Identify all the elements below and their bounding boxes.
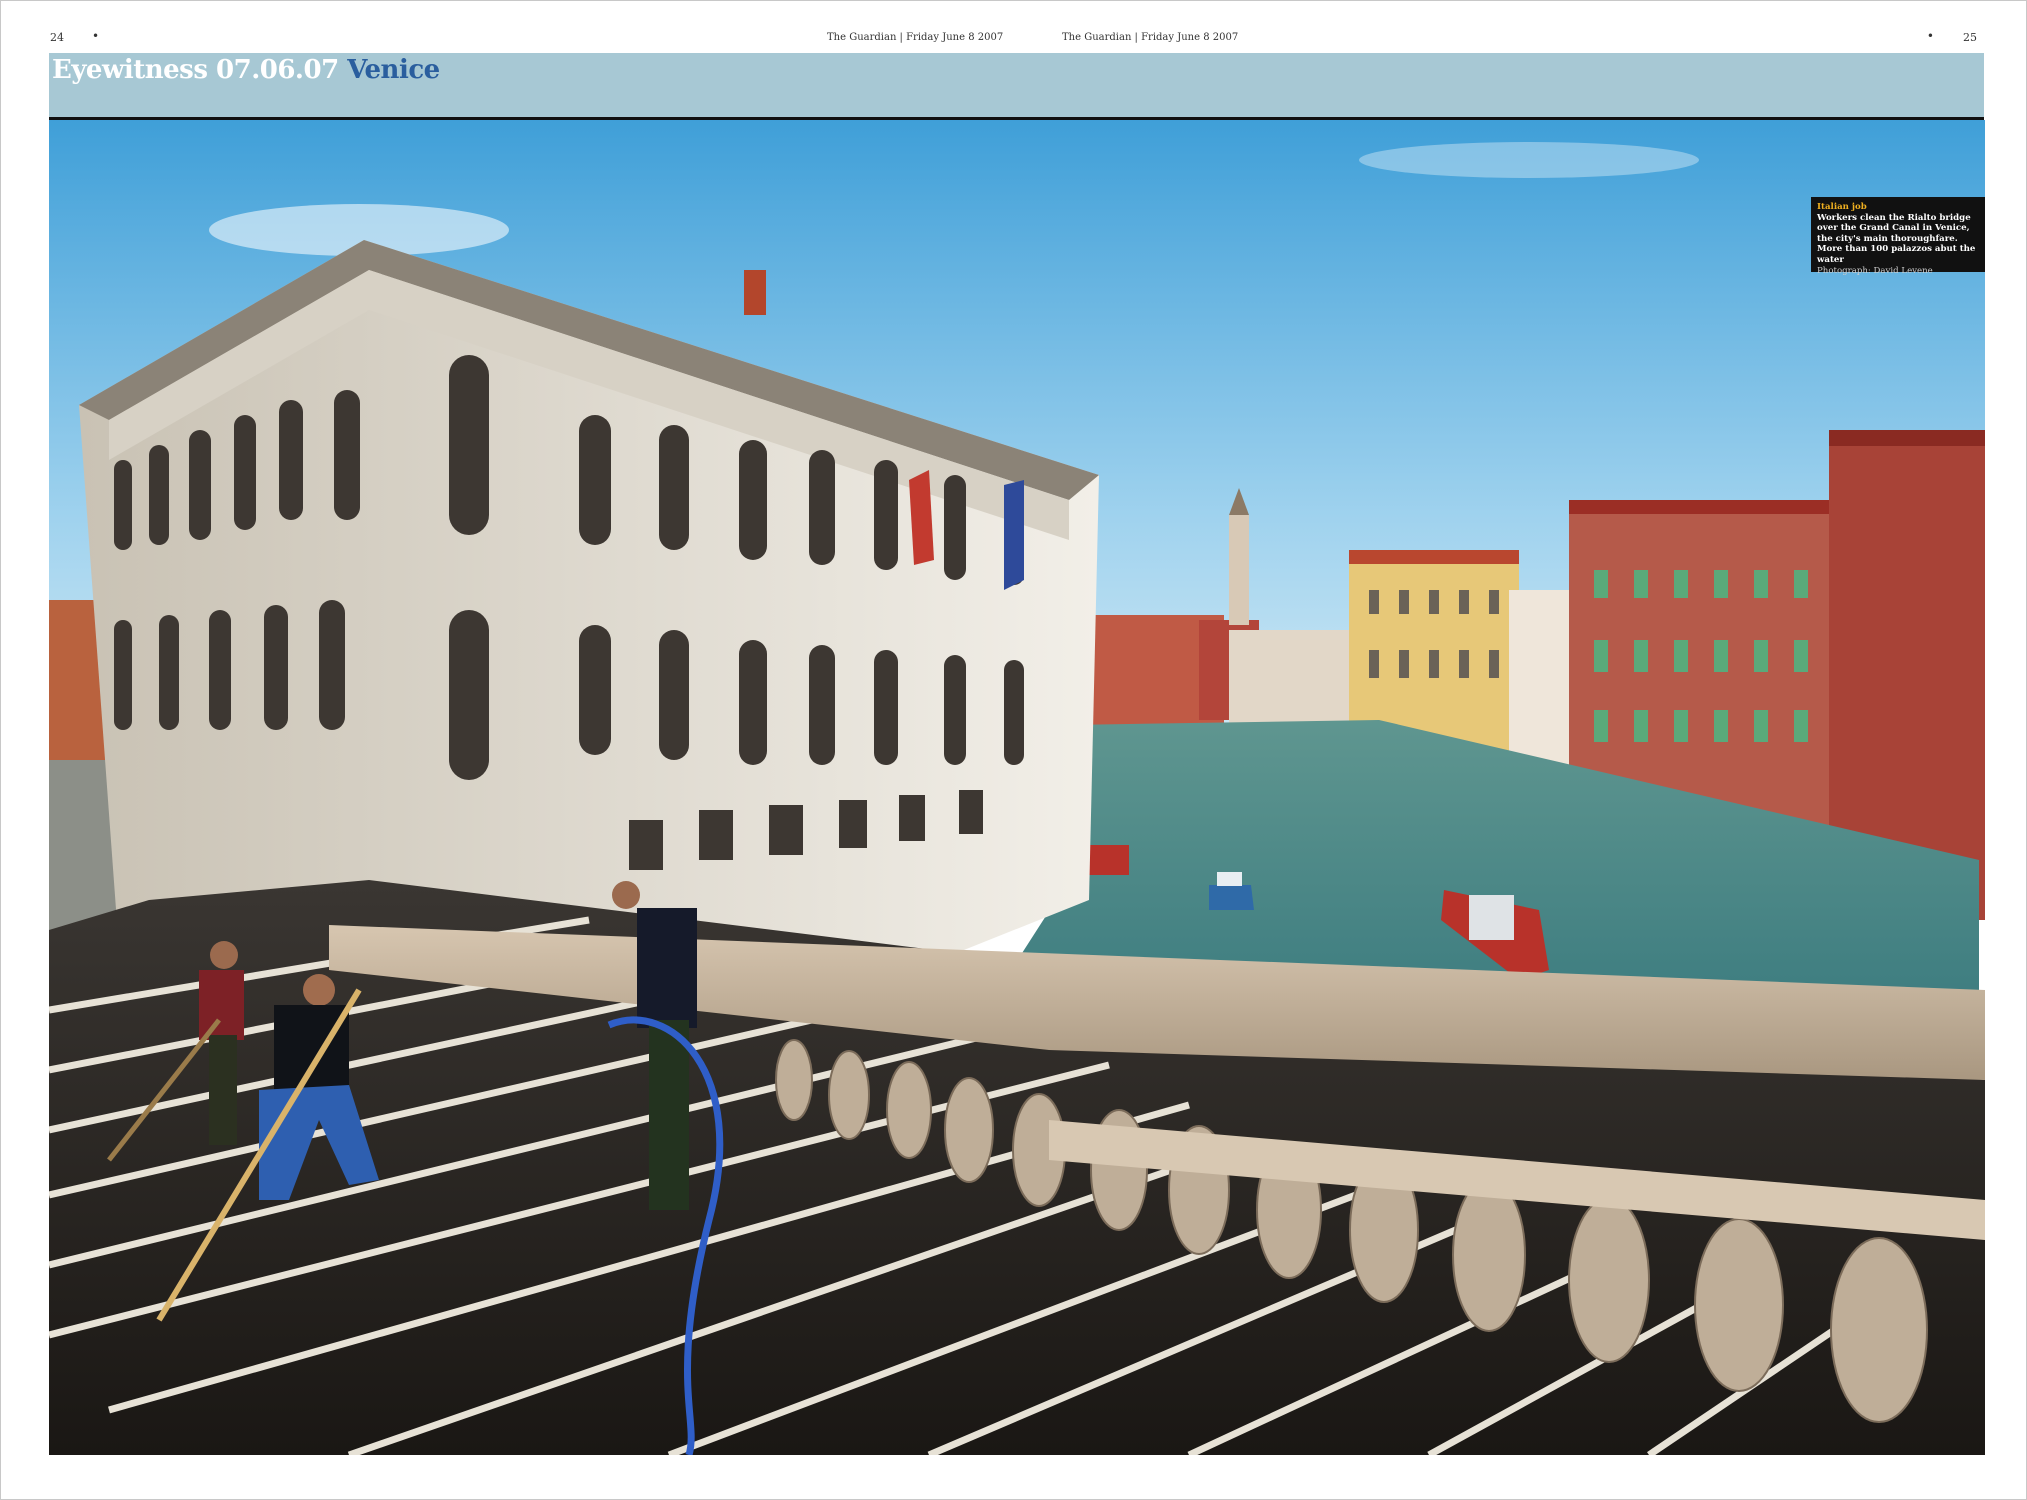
caption-credit: Photograph: David Levene <box>1817 265 1933 276</box>
bullet-right: • <box>1926 29 1934 43</box>
running-head-right: The Guardian | Friday June 8 2007 <box>1062 32 1239 43</box>
venice-photo-illustration <box>49 120 1985 1455</box>
main-photograph <box>49 120 1985 1455</box>
section-banner: Eyewitness 07.06.07 Venice <box>49 53 1984 120</box>
page-number-left: 24 <box>50 31 64 44</box>
page-number-right: 25 <box>1963 31 1977 44</box>
caption-body: Workers clean the Rialto bridge over the… <box>1817 212 1976 265</box>
cloud <box>1359 142 1699 178</box>
caption-kicker: Italian job <box>1817 202 1867 212</box>
bullet-left: • <box>92 29 100 43</box>
banner-title: Eyewitness 07.06.07 Venice <box>52 55 440 85</box>
running-head-left: The Guardian | Friday June 8 2007 <box>827 32 1004 43</box>
banner-place: Venice <box>347 55 440 85</box>
banner-title-text: Eyewitness 07.06.07 <box>52 55 339 85</box>
newspaper-spread: 24 • The Guardian | Friday June 8 2007 T… <box>0 0 2027 1500</box>
photo-caption: Italian job Workers clean the Rialto bri… <box>1811 197 1985 276</box>
